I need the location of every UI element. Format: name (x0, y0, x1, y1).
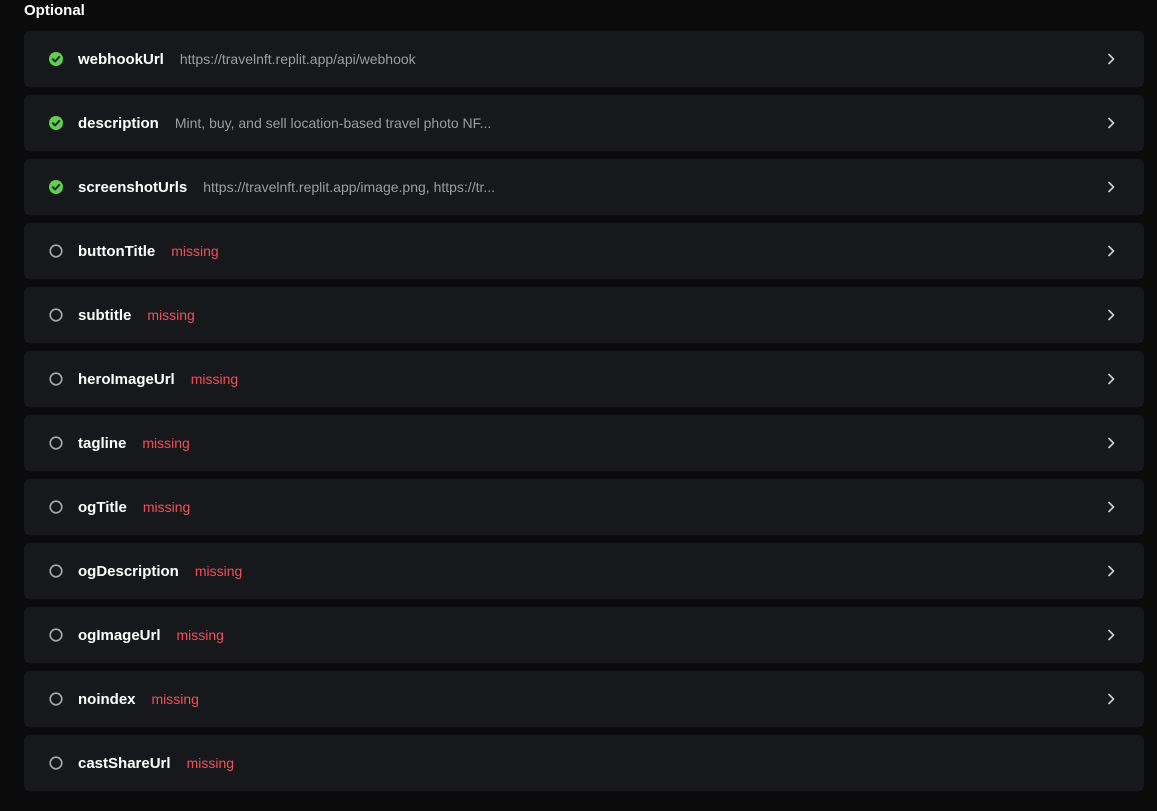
field-row-buttonTitle[interactable]: buttonTitle missing (24, 223, 1144, 279)
field-name: description (78, 114, 159, 132)
field-row-subtitle[interactable]: subtitle missing (24, 287, 1144, 343)
field-name: ogTitle (78, 498, 127, 516)
empty-circle-icon (49, 372, 63, 386)
chevron-right-icon[interactable] (1104, 692, 1118, 706)
field-row-webhookUrl[interactable]: webhookUrl https://travelnft.replit.app/a… (24, 31, 1144, 87)
missing-label: missing (186, 755, 235, 771)
missing-label: missing (190, 371, 239, 387)
missing-label: missing (171, 243, 219, 259)
field-row-ogImageUrl[interactable]: ogImageUrl missing (24, 607, 1144, 663)
field-name: webhookUrl (78, 50, 164, 68)
empty-circle-icon (49, 564, 63, 578)
field-name: ogDescription (78, 562, 179, 580)
empty-circle-icon (49, 244, 63, 258)
check-circle-icon (49, 180, 63, 194)
field-row-heroImageUrl[interactable]: heroImageUrl missing (24, 351, 1144, 407)
field-name: buttonTitle (78, 242, 156, 260)
optional-fields-list: webhookUrl https://travelnft.replit.app/a… (24, 31, 1144, 799)
chevron-right-icon[interactable] (1104, 180, 1118, 194)
empty-circle-icon (49, 436, 63, 450)
empty-circle-icon (49, 500, 63, 514)
chevron-right-icon[interactable] (1104, 372, 1118, 386)
field-row-screenshotUrls[interactable]: screenshotUrls https://travelnft.replit.a… (24, 159, 1144, 215)
chevron-right-icon[interactable] (1104, 564, 1118, 578)
field-row-castShareUrl[interactable]: castShareUrl missing (24, 735, 1144, 791)
field-value: https://travelnft.replit.app/api/webhook (179, 51, 416, 67)
chevron-right-icon[interactable] (1104, 628, 1118, 642)
field-value: Mint, buy, and sell location-based trave… (174, 115, 492, 131)
field-name: tagline (78, 434, 127, 452)
missing-label: missing (142, 499, 191, 515)
chevron-right-icon[interactable] (1104, 244, 1118, 258)
empty-circle-icon (49, 692, 63, 706)
missing-label: missing (176, 627, 224, 643)
field-name: heroImageUrl (78, 370, 175, 388)
empty-circle-icon (49, 756, 63, 770)
check-circle-icon (49, 116, 63, 130)
check-circle-icon (49, 52, 63, 66)
field-name: ogImageUrl (78, 626, 161, 644)
empty-circle-icon (49, 308, 63, 322)
chevron-right-icon[interactable] (1104, 500, 1118, 514)
missing-label: missing (142, 435, 190, 451)
chevron-right-icon[interactable] (1104, 52, 1118, 66)
field-row-description[interactable]: description Mint, buy, and sell location-… (24, 95, 1144, 151)
chevron-right-icon[interactable] (1104, 308, 1118, 322)
field-row-ogTitle[interactable]: ogTitle missing (24, 479, 1144, 535)
field-row-noindex[interactable]: noindex missing (24, 671, 1144, 727)
missing-label: missing (151, 691, 199, 707)
field-row-ogDescription[interactable]: ogDescription missing (24, 543, 1144, 599)
empty-circle-icon (49, 628, 63, 642)
field-name: castShareUrl (78, 754, 171, 772)
field-row-tagline[interactable]: tagline missing (24, 415, 1144, 471)
missing-label: missing (194, 563, 243, 579)
missing-label: missing (147, 307, 195, 323)
field-name: noindex (78, 690, 136, 708)
chevron-right-icon[interactable] (1104, 116, 1118, 130)
field-name: subtitle (78, 306, 132, 324)
chevron-right-icon[interactable] (1104, 436, 1118, 450)
field-value: https://travelnft.replit.app/image.png, … (203, 179, 496, 195)
field-name: screenshotUrls (78, 178, 188, 196)
section-title: Optional (24, 2, 85, 19)
